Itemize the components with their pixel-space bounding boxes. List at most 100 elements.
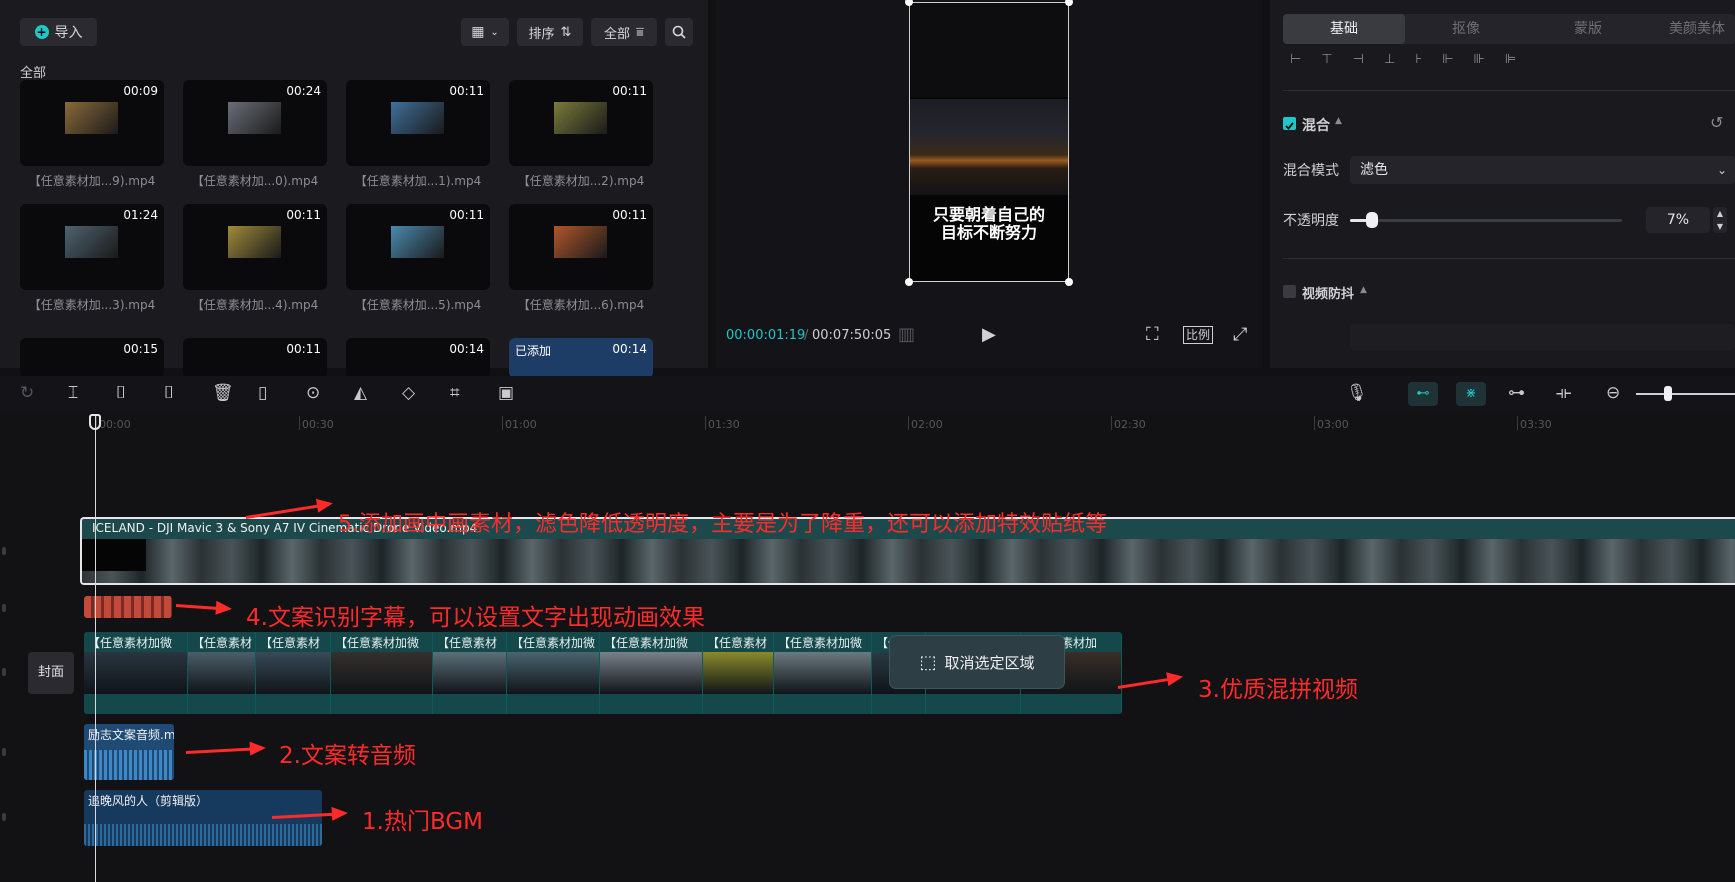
- current-timecode: 00:00:01:19: [726, 328, 806, 343]
- link-icon[interactable]: ⊶: [1508, 383, 1525, 403]
- image-edit-icon[interactable]: ▣: [498, 383, 514, 403]
- preview-canvas[interactable]: 只要朝着自己的 目标不断努力: [909, 2, 1069, 282]
- media-thumb[interactable]: 00:11: [346, 204, 490, 290]
- media-thumb-added-badge: 已添加: [515, 344, 552, 358]
- fullscreen-icon[interactable]: ⤢: [1233, 324, 1247, 345]
- redo-icon[interactable]: ↻: [20, 383, 34, 403]
- blend-mode-value: 滤色: [1360, 162, 1388, 178]
- media-thumb[interactable]: 00:11: [183, 338, 327, 378]
- main-track-segment-frame: [256, 652, 330, 694]
- media-thumb-duration: 00:11: [612, 208, 647, 222]
- tts-audio-clip[interactable]: 励志文案音频.m: [84, 724, 174, 780]
- import-button[interactable]: + 导入: [20, 18, 97, 46]
- view-mode-button[interactable]: ▦ ⌄: [461, 18, 509, 46]
- media-thumb[interactable]: 00:14: [346, 338, 490, 378]
- freeze-icon[interactable]: ▯: [258, 383, 267, 403]
- speed-icon[interactable]: ⊙: [306, 383, 320, 403]
- main-track-segment[interactable]: 【任意素材加微: [774, 632, 872, 714]
- opacity-input[interactable]: 7%: [1646, 207, 1710, 233]
- sort-icon: ⇅: [560, 24, 572, 40]
- media-thumb-image: [228, 226, 281, 258]
- ratio-button[interactable]: 比例: [1183, 326, 1213, 344]
- play-icon[interactable]: ▶: [982, 324, 996, 345]
- ruler-label: 00:30: [302, 418, 334, 431]
- zoom-slider-knob[interactable]: [1664, 386, 1672, 401]
- opacity-slider-track[interactable]: [1350, 219, 1622, 222]
- subtitle-clips[interactable]: [84, 596, 172, 618]
- main-track-segment[interactable]: 【任意素材: [433, 632, 507, 714]
- main-track-magnet-icon[interactable]: ⊷: [1408, 382, 1438, 406]
- main-track-segment-frame: [84, 652, 187, 694]
- media-thumb[interactable]: 01:24: [20, 204, 164, 290]
- opacity-stepper[interactable]: ▲ ▼: [1713, 207, 1727, 233]
- stabilize-checkbox[interactable]: [1283, 285, 1296, 298]
- main-track-segment[interactable]: 【任意素材加微: [331, 632, 433, 714]
- align-icons-row[interactable]: ⊢⊤⊣⊥⊦⊩⊪⊫: [1290, 52, 1536, 67]
- blend-mode-select[interactable]: 滤色 ⌄: [1350, 156, 1735, 184]
- microphone-icon[interactable]: 🎙: [1346, 383, 1368, 403]
- main-track-segment[interactable]: 【任意素材: [188, 632, 256, 714]
- preview-top-band: [910, 3, 1068, 97]
- auto-snap-icon[interactable]: ⋇: [1456, 382, 1486, 406]
- waveform-icon[interactable]: ▥: [898, 324, 915, 345]
- split-right-icon[interactable]: ⌷: [164, 383, 174, 403]
- crop-icon[interactable]: ⌗: [450, 383, 460, 403]
- divider-1: [1283, 90, 1735, 91]
- media-thumb[interactable]: 00:24: [183, 80, 327, 166]
- split-icon[interactable]: ⌶: [68, 383, 78, 403]
- chevron-down-icon: ⌄: [1716, 163, 1727, 177]
- tts-audio-label: 励志文案音频.m: [88, 728, 174, 742]
- media-thumb[interactable]: 00:11: [509, 80, 653, 166]
- main-track-segment[interactable]: 【任意素材加微: [600, 632, 703, 714]
- collapse-up-icon[interactable]: ▲: [1360, 285, 1367, 295]
- deselect-tooltip[interactable]: ⬚ 取消选定区域: [890, 636, 1064, 688]
- filter-button[interactable]: 全部 ⩸: [591, 18, 657, 46]
- media-thumb[interactable]: 00:09: [20, 80, 164, 166]
- zoom-out-icon[interactable]: ⊖: [1606, 383, 1620, 403]
- media-thumb[interactable]: 00:11: [183, 204, 327, 290]
- blend-checkbox[interactable]: [1283, 117, 1296, 130]
- main-track-segment[interactable]: 【任意素材: [703, 632, 774, 714]
- media-thumb-name: 【任意素材加...2).mp4: [517, 174, 645, 188]
- opacity-slider-knob[interactable]: [1366, 212, 1378, 228]
- main-track-segment[interactable]: 【任意素材加微: [507, 632, 600, 714]
- tab-mask[interactable]: 蒙版: [1527, 14, 1649, 44]
- track-side-marker: [2, 604, 6, 612]
- properties-tabs: 基础 抠像 蒙版 美颜美体: [1283, 14, 1735, 44]
- main-track-segment[interactable]: 【任意素材: [256, 632, 331, 714]
- media-thumb[interactable]: 00:14 已添加: [509, 338, 653, 378]
- split-left-icon[interactable]: ⌷: [116, 383, 126, 403]
- media-thumb[interactable]: 00:11: [346, 80, 490, 166]
- zoom-slider-track[interactable]: [1636, 393, 1735, 395]
- sort-label: 排序: [528, 26, 555, 42]
- mirror-icon[interactable]: ◭: [354, 383, 367, 403]
- ruler-tick: [1314, 416, 1315, 430]
- resize-handle-bottom-left[interactable]: [905, 278, 913, 286]
- fit-screen-icon[interactable]: ⛶: [1146, 324, 1159, 345]
- media-thumb[interactable]: 00:15: [20, 338, 164, 378]
- rotate-icon[interactable]: ◇: [402, 383, 415, 403]
- sort-button[interactable]: 排序 ⇅: [517, 18, 583, 46]
- media-thumb-duration: 00:11: [449, 84, 484, 98]
- collapse-up-icon[interactable]: ▲: [1335, 116, 1342, 126]
- media-thumb-image: [65, 226, 118, 258]
- reset-icon[interactable]: ↺: [1710, 113, 1723, 132]
- preview-axis-icon[interactable]: ⟛: [1556, 383, 1571, 403]
- annotation-3: 3.优质混拼视频: [1198, 677, 1358, 703]
- tab-basic[interactable]: 基础: [1283, 14, 1405, 44]
- media-thumb[interactable]: 00:11: [509, 204, 653, 290]
- playhead-handle[interactable]: [89, 414, 101, 430]
- main-track-segment[interactable]: 【任意素材加微: [84, 632, 188, 714]
- main-track-segment-frame: [331, 652, 432, 694]
- overlay-clip-black-frame: [82, 539, 146, 571]
- stabilize-level-select[interactable]: [1350, 324, 1735, 350]
- delete-icon[interactable]: 🗑: [212, 383, 234, 403]
- cover-button[interactable]: 封面: [28, 652, 74, 694]
- tab-cutout[interactable]: 抠像: [1405, 14, 1527, 44]
- tab-beauty[interactable]: 美颜美体: [1649, 14, 1735, 44]
- playhead-line[interactable]: [95, 414, 96, 882]
- chevron-down-icon: ⌄: [490, 26, 499, 38]
- resize-handle-bottom-right[interactable]: [1065, 278, 1073, 286]
- search-button[interactable]: [665, 18, 693, 46]
- filter-label: 全部: [604, 26, 631, 42]
